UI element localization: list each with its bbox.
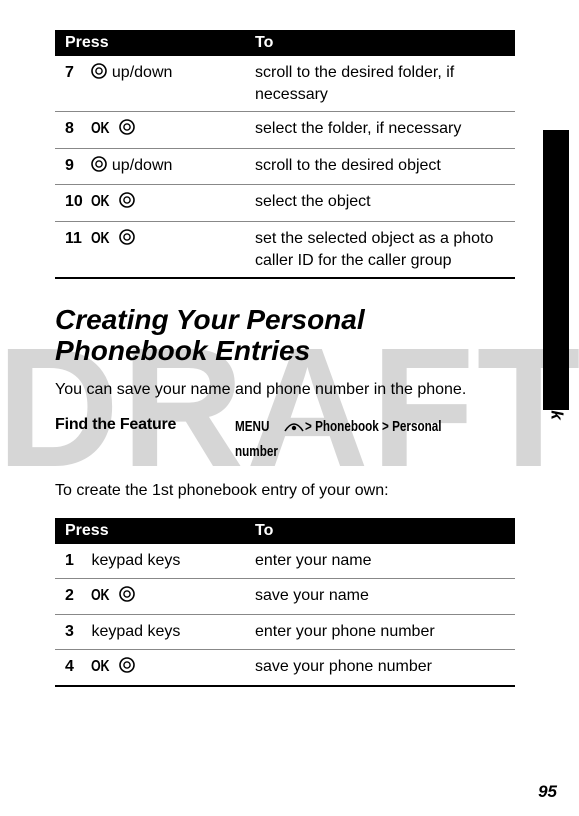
nav-disc-icon <box>91 63 107 86</box>
step-action: scroll to the desired object <box>245 148 515 185</box>
table-row: 3 keypad keys enter your phone number <box>55 615 515 650</box>
steps-table-1: Press To 7 up/down scroll to the desired… <box>55 30 515 279</box>
nav-disc-icon <box>119 192 135 215</box>
step-number: 11 <box>65 228 87 250</box>
ok-label: OK <box>91 118 109 140</box>
step-number: 8 <box>65 118 87 140</box>
table-row: 4 OK save your phone number <box>55 649 515 686</box>
step-number: 4 <box>65 656 87 678</box>
table-row: 11 OK set the selected object as a photo… <box>55 221 515 278</box>
step-action: select the object <box>245 185 515 222</box>
find-the-feature-box: Find the Feature MENU > Phonebook > Pers… <box>55 416 515 462</box>
table-row: 7 up/down scroll to the desired folder, … <box>55 56 515 112</box>
page-content: Press To 7 up/down scroll to the desired… <box>0 0 579 816</box>
step-action: save your name <box>245 578 515 615</box>
table2-head-press: Press <box>55 518 245 544</box>
step-action: set the selected object as a photo calle… <box>245 221 515 278</box>
find-feature-label: Find the Feature <box>55 416 235 462</box>
menu-path-line2: number <box>235 441 278 462</box>
nav-disc-icon <box>91 156 107 179</box>
step-number: 3 <box>65 621 87 643</box>
nav-disc-icon <box>119 586 135 609</box>
step-action: enter your name <box>245 544 515 578</box>
ok-label: OK <box>91 191 109 213</box>
step-number: 7 <box>65 62 87 84</box>
ok-label: OK <box>91 585 109 607</box>
table-row: 10 OK select the object <box>55 185 515 222</box>
nav-disc-icon <box>119 657 135 680</box>
section-heading: Creating Your Personal Phonebook Entries <box>55 305 524 367</box>
table-row: 9 up/down scroll to the desired object <box>55 148 515 185</box>
steps-table-2: Press To 1 keypad keys enter your name 2… <box>55 518 515 687</box>
nav-disc-icon <box>119 119 135 142</box>
menu-key-label: MENU <box>235 416 269 437</box>
table1-head-to: To <box>245 30 515 56</box>
key-suffix: up/down <box>107 64 172 81</box>
softkey-icon <box>283 417 305 441</box>
key-suffix: up/down <box>107 157 172 174</box>
table-row: 1 keypad keys enter your name <box>55 544 515 578</box>
step-action: select the folder, if necessary <box>245 112 515 149</box>
table2-head-to: To <box>245 518 515 544</box>
key-text: keypad keys <box>91 552 180 569</box>
step-number: 10 <box>65 191 87 213</box>
intro-paragraph: You can save your name and phone number … <box>55 379 515 401</box>
menu-path-line1: > Phonebook > Personal <box>305 416 442 437</box>
table-row: 2 OK save your name <box>55 578 515 615</box>
nav-disc-icon <box>119 229 135 252</box>
step-action: scroll to the desired folder, if necessa… <box>245 56 515 112</box>
ok-label: OK <box>91 656 109 678</box>
step-action: save your phone number <box>245 649 515 686</box>
table-row: 8 OK select the folder, if necessary <box>55 112 515 149</box>
step-number: 1 <box>65 550 87 572</box>
intro-paragraph-2: To create the 1st phonebook entry of you… <box>55 480 515 502</box>
key-text: keypad keys <box>91 623 180 640</box>
find-feature-path: MENU > Phonebook > Personal number <box>235 416 515 462</box>
ok-label: OK <box>91 228 109 250</box>
step-number: 2 <box>65 585 87 607</box>
step-number: 9 <box>65 155 87 177</box>
table1-head-press: Press <box>55 30 245 56</box>
step-action: enter your phone number <box>245 615 515 650</box>
